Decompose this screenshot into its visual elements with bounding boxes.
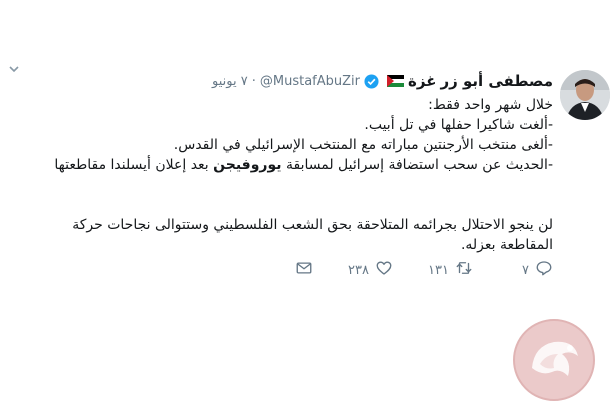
- like-count: ٢٣٨: [348, 262, 369, 278]
- user-handle[interactable]: @MustafAbuZir: [260, 74, 360, 89]
- location-label: غزة: [408, 72, 437, 90]
- tweet-line-text: بعد إعلان أيسلندا مقاطعتها: [54, 157, 214, 173]
- tweet-line: المقاطعة بعزله.: [460, 237, 553, 253]
- tweet-line: لن ينجو الاحتلال بجرائمه المتلاحقة بحق ا…: [72, 217, 553, 233]
- retweet-icon: [455, 259, 473, 281]
- retweet-button[interactable]: ١٣١: [428, 259, 473, 281]
- tweet-date[interactable]: ٧ يونيو: [212, 74, 248, 89]
- tweet-line-text: -الحديث عن سحب استضافة إسرائيل لمسابقة: [281, 157, 553, 173]
- avatar[interactable]: [560, 70, 610, 120]
- display-name[interactable]: مصطفى أبو زر: [440, 72, 553, 90]
- like-button[interactable]: ٢٣٨: [348, 259, 393, 281]
- tweet-line: خلال شهر واحد فقط:: [428, 97, 553, 113]
- retweet-count: ١٣١: [428, 262, 449, 278]
- direct-message-button[interactable]: [295, 259, 313, 281]
- tweet-line: -ألغى منتخب الأرجنتين مباراته مع المنتخب…: [173, 137, 553, 153]
- tweet-actions: ٧ ١٣١ ٢٣٨: [0, 259, 553, 281]
- verified-badge-icon: [364, 73, 379, 89]
- envelope-icon: [295, 259, 313, 281]
- palestine-flag-icon: [387, 75, 405, 87]
- reply-icon: [535, 259, 553, 281]
- tweet-line: -ألغت شاكيرا حفلها في تل أبيب.: [364, 117, 553, 133]
- chevron-down-icon[interactable]: [8, 64, 20, 74]
- heart-icon: [375, 259, 393, 281]
- tweet-text: خلال شهر واحد فقط: -ألغت شاكيرا حفلها في…: [0, 95, 553, 255]
- reply-button[interactable]: ٧: [522, 259, 553, 281]
- reply-count: ٧: [522, 262, 529, 278]
- tweet-header: مصطفى أبو زر غزة @MustafAbuZir · ٧ يونيو: [212, 70, 553, 92]
- tweet-line: -الحديث عن سحب استضافة إسرائيل لمسابقة ي…: [0, 155, 553, 175]
- tweet-line-bold: يوروفيجن: [213, 157, 282, 173]
- tweet-screenshot: مصطفى أبو زر غزة @MustafAbuZir · ٧ يونيو…: [0, 0, 613, 409]
- separator-dot: ·: [251, 73, 256, 89]
- maan-logo-icon: [512, 318, 596, 402]
